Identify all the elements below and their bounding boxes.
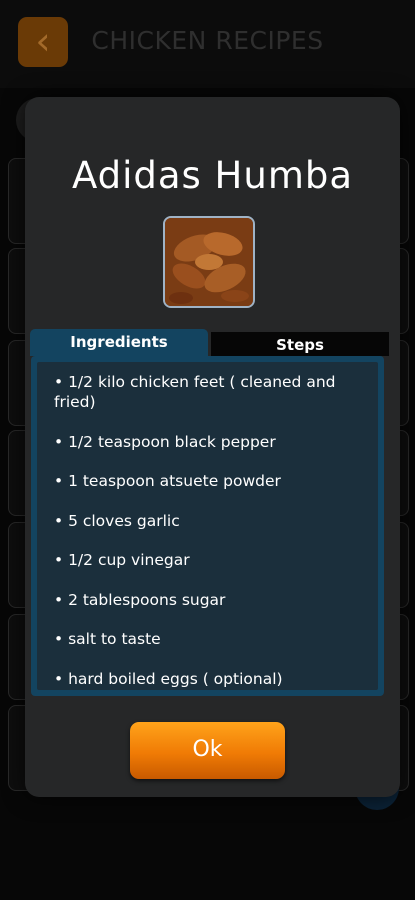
ingredient-item: • 1/2 cup vinegar	[54, 551, 190, 569]
ingredient-item: • 5 cloves garlic	[54, 511, 180, 530]
tab-ingredients[interactable]: Ingredients	[30, 329, 208, 356]
ingredient-item: • hard boiled eggs ( optional)	[54, 669, 283, 688]
app-title: CHICKEN RECIPES	[91, 26, 324, 55]
recipe-dialog: Adidas Humba Ingredients Steps • 1/2 kil…	[25, 97, 400, 797]
app-bar: ‹ CHICKEN RECIPES	[0, 0, 415, 88]
ingredient-item: • salt to taste	[54, 630, 161, 648]
ingredients-panel: • 1/2 kilo chicken feet ( cleaned and fr…	[31, 356, 384, 696]
ingredient-item: • 1 teaspoon atsuete powder	[54, 472, 281, 490]
recipe-tabs: Ingredients Steps	[30, 329, 389, 356]
ingredient-item: • 1/2 kilo chicken feet ( cleaned and fr…	[54, 373, 336, 411]
ok-button[interactable]: Ok	[130, 722, 285, 779]
dialog-title: Adidas Humba	[71, 154, 354, 197]
ingredients-scroll-area[interactable]: • 1/2 kilo chicken feet ( cleaned and fr…	[37, 362, 378, 690]
ingredient-item: • 2 tablespoons sugar	[54, 590, 226, 609]
tab-steps[interactable]: Steps	[211, 332, 389, 356]
ingredient-list: • 1/2 kilo chicken feet ( cleaned and fr…	[37, 362, 378, 689]
dish-image	[163, 216, 255, 308]
ingredient-item: • 1/2 teaspoon black pepper	[54, 432, 276, 451]
